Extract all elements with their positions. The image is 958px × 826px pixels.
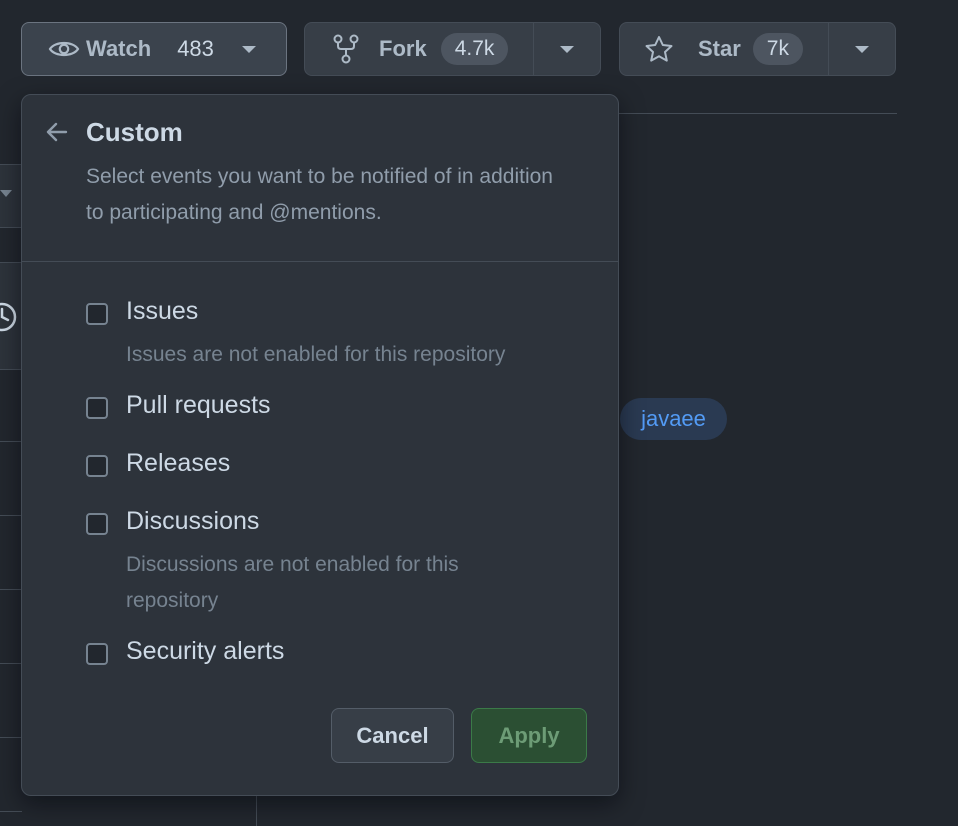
option-label: Discussions	[126, 507, 260, 535]
topic-tag[interactable]: javaee	[620, 398, 727, 440]
eye-icon	[48, 41, 80, 57]
panel-description: Select events you want to be notified of…	[86, 165, 553, 224]
option-label: Issues	[126, 297, 199, 325]
custom-notifications-panel: Custom Select events you want to be noti…	[21, 94, 619, 796]
option-label: Pull requests	[126, 391, 271, 419]
chevron-down-icon	[855, 45, 869, 53]
discussions-checkbox[interactable]	[86, 513, 108, 535]
list-divider	[0, 737, 22, 738]
history-icon	[0, 302, 17, 332]
star-icon	[645, 36, 673, 62]
option-note: Discussions are not enabled for this rep…	[126, 553, 459, 612]
arrow-left-icon[interactable]	[44, 119, 70, 145]
watch-button[interactable]: Watch 483	[21, 22, 287, 76]
list-divider	[0, 811, 22, 812]
pull-requests-checkbox[interactable]	[86, 397, 108, 419]
watch-label: Watch	[86, 36, 152, 61]
header-divider	[619, 113, 897, 114]
fork-button[interactable]: Fork 4.7k	[305, 23, 533, 75]
repo-forked-icon	[333, 34, 359, 64]
star-label: Star	[698, 36, 741, 61]
option-label: Security alerts	[126, 637, 285, 665]
security-alerts-checkbox[interactable]	[86, 643, 108, 665]
fork-label: Fork	[379, 36, 427, 61]
chevron-down-icon	[560, 45, 574, 53]
list-divider	[0, 589, 22, 590]
apply-button[interactable]: Apply	[471, 708, 587, 763]
list-divider	[0, 663, 22, 664]
releases-checkbox[interactable]	[86, 455, 108, 477]
star-button[interactable]: Star 7k	[620, 23, 828, 75]
list-divider	[0, 441, 22, 442]
fork-button-group: Fork 4.7k	[304, 22, 601, 76]
fork-count: 4.7k	[440, 33, 509, 65]
cancel-button[interactable]: Cancel	[331, 708, 454, 763]
list-divider	[0, 515, 22, 516]
option-note: Issues are not enabled for this reposito…	[126, 343, 506, 366]
watch-count: 483	[177, 36, 214, 61]
side-panel-caret-icon	[0, 190, 12, 197]
fork-dropdown-button[interactable]	[533, 23, 600, 75]
chevron-down-icon	[241, 45, 256, 53]
panel-header: Custom Select events you want to be noti…	[22, 95, 618, 262]
issues-checkbox[interactable]	[86, 303, 108, 325]
option-label: Releases	[126, 449, 231, 477]
star-dropdown-button[interactable]	[828, 23, 895, 75]
panel-title: Custom	[86, 117, 183, 147]
content-divider	[256, 796, 257, 826]
star-count: 7k	[752, 33, 803, 65]
star-button-group: Star 7k	[619, 22, 896, 76]
